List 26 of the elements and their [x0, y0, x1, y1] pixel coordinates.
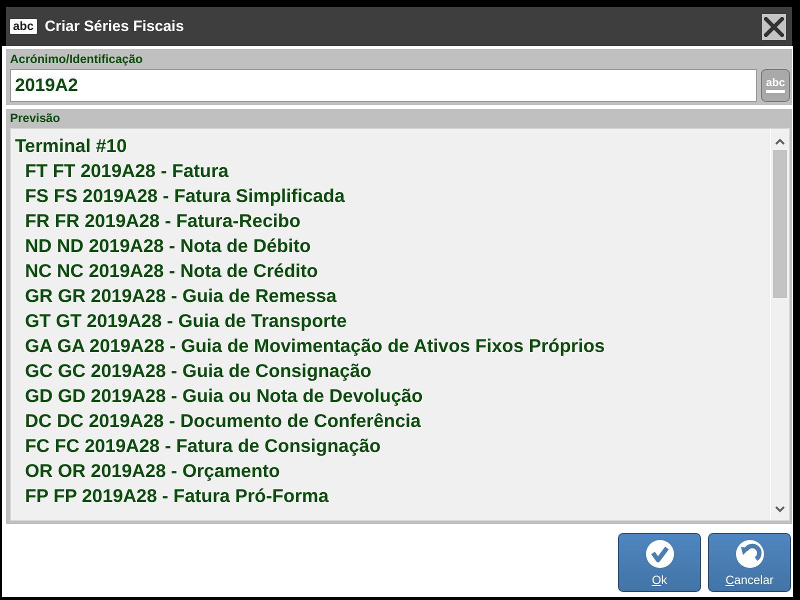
tree-item: FP FP 2019A28 - Fatura Pró-Forma [25, 484, 330, 508]
tree-item: FC FC 2019A28 - Fatura de Consignação [25, 434, 382, 458]
tree-item: GC GC 2019A28 - Guia de Consignação [25, 359, 372, 383]
scrollbar-thumb[interactable] [772, 150, 786, 298]
tree-item: DC DC 2019A28 - Documento de Conferência [25, 409, 422, 433]
tree-item: GR GR 2019A28 - Guia de Remessa [25, 284, 338, 308]
tree-item: NC NC 2019A28 - Nota de Crédito [25, 259, 319, 283]
ok-button[interactable]: Ok [618, 533, 701, 592]
check-icon[interactable] [644, 538, 674, 568]
tree-item: GA GA 2019A28 - Guia de Movimentação de Ativos Fixos Próprios [25, 334, 606, 358]
tree-item: FT FT 2019A28 - Fatura [25, 159, 230, 183]
tree-item: ND ND 2019A28 - Nota de Débito [25, 234, 312, 258]
tree-item: OR OR 2019A28 - Orçamento [25, 459, 281, 483]
app-logo: abc [10, 19, 37, 34]
tree-item: GD GD 2019A28 - Guia ou Nota de Devolução [25, 384, 424, 408]
field-label: Acrónimo/Identificação [10, 51, 144, 68]
chevron-up-icon[interactable] [774, 138, 784, 145]
text-field[interactable]: 2019A2 [10, 69, 757, 102]
chevron-down-icon[interactable] [774, 506, 784, 513]
cancel-button[interactable]: Cancelar [708, 533, 791, 592]
tree-item: FS FS 2019A28 - Fatura Simplificada [25, 184, 346, 208]
tree-item: FR FR 2019A28 - Fatura-Recibo [25, 209, 302, 233]
tree-item: Terminal #10 [15, 134, 128, 158]
tree-item: GT GT 2019A28 - Guia de Transporte [25, 309, 348, 333]
section-label: Previsão [10, 110, 62, 127]
window-title: Criar Séries Fiscais [44, 18, 184, 35]
